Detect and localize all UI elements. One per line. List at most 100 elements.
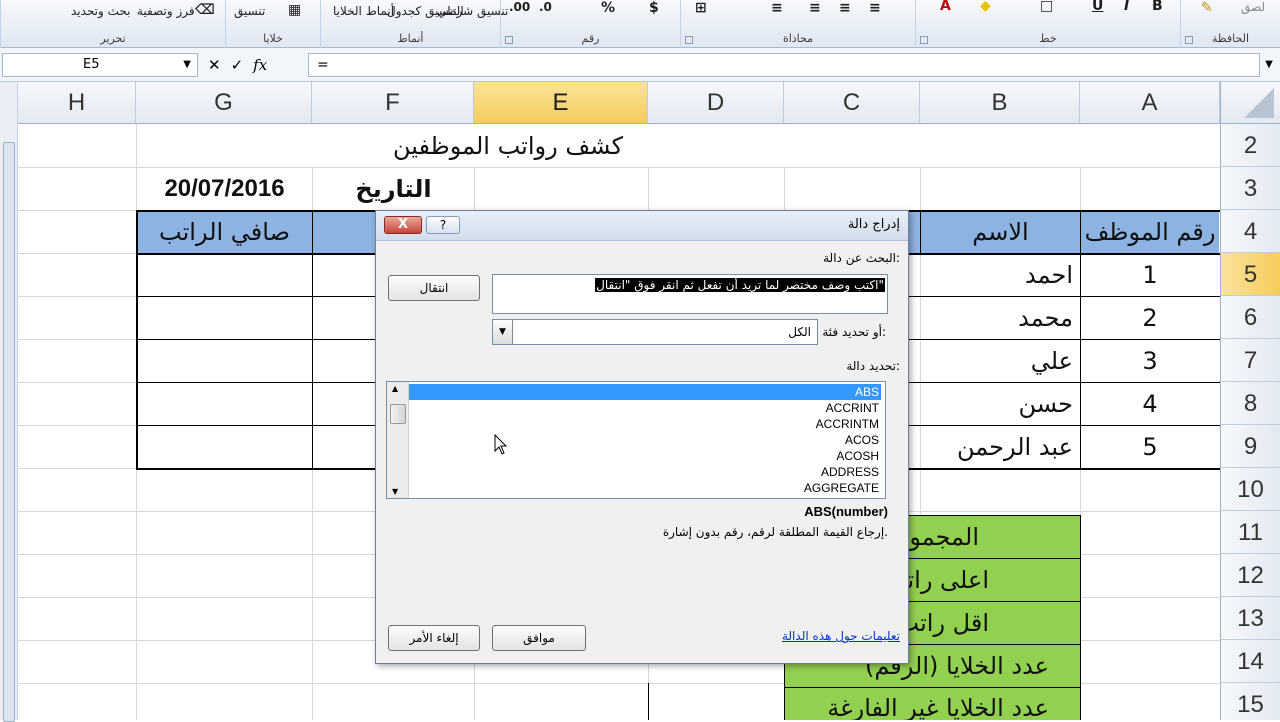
function-item[interactable]: ACOS (409, 432, 881, 448)
currency-icon[interactable]: $ (649, 0, 659, 16)
find-select-button[interactable]: بحث وتحديد (71, 4, 131, 18)
row-header-2[interactable]: 2 (1220, 124, 1280, 167)
name-box[interactable]: E5 ▼ (2, 53, 198, 77)
date-label[interactable]: التاريخ (313, 168, 474, 210)
merge-icon[interactable]: ⊞ (695, 0, 707, 16)
column-header-e[interactable]: E (474, 82, 648, 124)
emp-id-cell[interactable]: 3 (1081, 340, 1219, 382)
underline-icon[interactable]: U (1092, 0, 1103, 14)
fill-color-icon[interactable]: ◆ (980, 0, 991, 14)
enter-icon[interactable]: ✓ (231, 56, 244, 74)
decrease-decimal-icon[interactable]: .00 (509, 0, 530, 14)
align-center-icon[interactable]: ≡ (809, 0, 821, 16)
row-header-4[interactable]: 4 (1220, 210, 1280, 253)
ok-button[interactable]: موافق (492, 625, 586, 651)
expand-formula-icon[interactable]: ▼ (1262, 53, 1276, 77)
category-select[interactable]: ▼ الكل (492, 319, 818, 345)
format-painter-icon[interactable]: ✎ (1201, 0, 1213, 16)
row-header-13[interactable]: 13 (1220, 597, 1280, 640)
column-header-a[interactable]: A (1080, 82, 1220, 124)
sheet-title[interactable]: كشف رواتب الموظفين (137, 125, 1219, 167)
emp-name-cell[interactable]: علي (921, 340, 1077, 382)
row-header-6[interactable]: 6 (1220, 296, 1280, 339)
function-list[interactable]: ABS ACCRINT ACCRINTM ACOS ACOSH ADDRESS … (386, 381, 886, 499)
format-as-table-button[interactable]: التنسيق كجدول (387, 4, 464, 18)
increase-decimal-icon[interactable]: .0 (539, 0, 552, 14)
function-item[interactable]: ACCRINTM (409, 416, 881, 432)
row-header-7[interactable]: 7 (1220, 339, 1280, 382)
border-icon[interactable]: □ (1040, 0, 1053, 14)
vertical-scrollbar[interactable] (0, 82, 18, 722)
function-item[interactable]: ACOSH (409, 448, 881, 464)
row-header-14[interactable]: 14 (1220, 640, 1280, 683)
fx-icon[interactable]: fx (253, 56, 267, 74)
row-header-12[interactable]: 12 (1220, 554, 1280, 597)
percent-icon[interactable]: % (601, 0, 615, 16)
align-left-icon[interactable]: ≡ (869, 0, 881, 16)
close-button[interactable]: X (384, 216, 422, 234)
column-header-g[interactable]: G (136, 82, 312, 124)
emp-id-cell[interactable]: 4 (1081, 383, 1219, 425)
ribbon-group-label: رقم (581, 32, 600, 45)
dialog-titlebar[interactable]: إدراج دالة X ? (376, 211, 908, 241)
align-center-icon[interactable]: ≡ (839, 0, 851, 16)
function-list-scrollbar[interactable]: ▲ ▼ (387, 382, 409, 498)
cell-styles-button[interactable]: أنماط الخلايا (333, 4, 394, 18)
search-label: البحث عن دالة: (823, 251, 900, 265)
formula-input[interactable]: = (308, 53, 1260, 77)
emp-name-cell[interactable]: احمد (921, 254, 1077, 296)
sort-filter-button[interactable]: فرز وتصفية (137, 4, 195, 18)
row-header-9[interactable]: 9 (1220, 425, 1280, 468)
scroll-down-icon[interactable]: ▼ (392, 487, 398, 496)
row-header-10[interactable]: 10 (1220, 468, 1280, 511)
header-net-salary[interactable]: صافي الراتب (137, 211, 312, 253)
column-header-f[interactable]: F (312, 82, 474, 124)
function-item[interactable]: ACCRINT (409, 400, 881, 416)
eraser-icon[interactable]: ⌫ (195, 2, 215, 18)
chevron-down-icon[interactable]: ▼ (183, 54, 191, 76)
bold-icon[interactable]: B (1152, 0, 1163, 14)
emp-id-cell[interactable]: 5 (1081, 426, 1219, 468)
select-all-corner[interactable] (1220, 82, 1280, 124)
row-header-15[interactable]: 15 (1220, 683, 1280, 720)
scroll-up-icon[interactable]: ▲ (392, 384, 398, 393)
font-color-icon[interactable]: A (940, 0, 951, 14)
column-header-d[interactable]: D (648, 82, 784, 124)
scrollbar-thumb[interactable] (390, 404, 406, 424)
emp-id-cell[interactable]: 2 (1081, 297, 1219, 339)
column-header-b[interactable]: B (920, 82, 1080, 124)
emp-id-cell[interactable]: 1 (1081, 254, 1219, 296)
row-header-5[interactable]: 5 (1220, 253, 1280, 296)
format-icon[interactable]: ▦ (288, 2, 301, 18)
function-help-link[interactable]: تعليمات حول هذه الدالة (782, 629, 900, 643)
format-button[interactable]: تنسيق (234, 4, 265, 18)
chevron-down-icon[interactable]: ▼ (493, 320, 513, 344)
emp-name-cell[interactable]: حسن (921, 383, 1077, 425)
function-item[interactable]: AGGREGATE (409, 480, 881, 496)
align-right-icon[interactable]: ≡ (771, 0, 783, 16)
cancel-icon[interactable]: ✕ (208, 56, 221, 74)
help-button[interactable]: ? (426, 216, 460, 234)
table-border (648, 683, 649, 720)
header-name[interactable]: الاسم (921, 211, 1080, 253)
column-header-c[interactable]: C (784, 82, 920, 124)
header-emp-id[interactable]: رقم الموظف (1081, 211, 1219, 253)
scrollbar-thumb[interactable] (3, 142, 15, 722)
go-button[interactable]: انتقال (388, 275, 480, 301)
cancel-button[interactable]: إلغاء الأمر (388, 625, 480, 651)
function-item[interactable]: ADDRESS (409, 464, 881, 480)
row-header-8[interactable]: 8 (1220, 382, 1280, 425)
function-item[interactable]: ABS (409, 384, 881, 400)
ribbon-group-label: أنماط (397, 32, 424, 45)
row-header-3[interactable]: 3 (1220, 167, 1280, 210)
search-input[interactable]: اكتب وصف مختصر لما تريد أن تفعل ثم انقر … (492, 274, 888, 314)
emp-name-cell[interactable]: محمد (921, 297, 1077, 339)
paste-button[interactable]: لصق (1241, 0, 1265, 14)
column-header-h[interactable]: H (18, 82, 136, 124)
row-header-11[interactable]: 11 (1220, 511, 1280, 554)
italic-icon[interactable]: I (1124, 0, 1129, 14)
ribbon-group-label: محاذاة (782, 32, 814, 45)
date-value[interactable]: 20/07/2016 (137, 168, 312, 210)
stats-label[interactable]: عدد الخلايا غير الفارغة (785, 688, 1079, 720)
emp-name-cell[interactable]: عبد الرحمن (921, 426, 1077, 468)
